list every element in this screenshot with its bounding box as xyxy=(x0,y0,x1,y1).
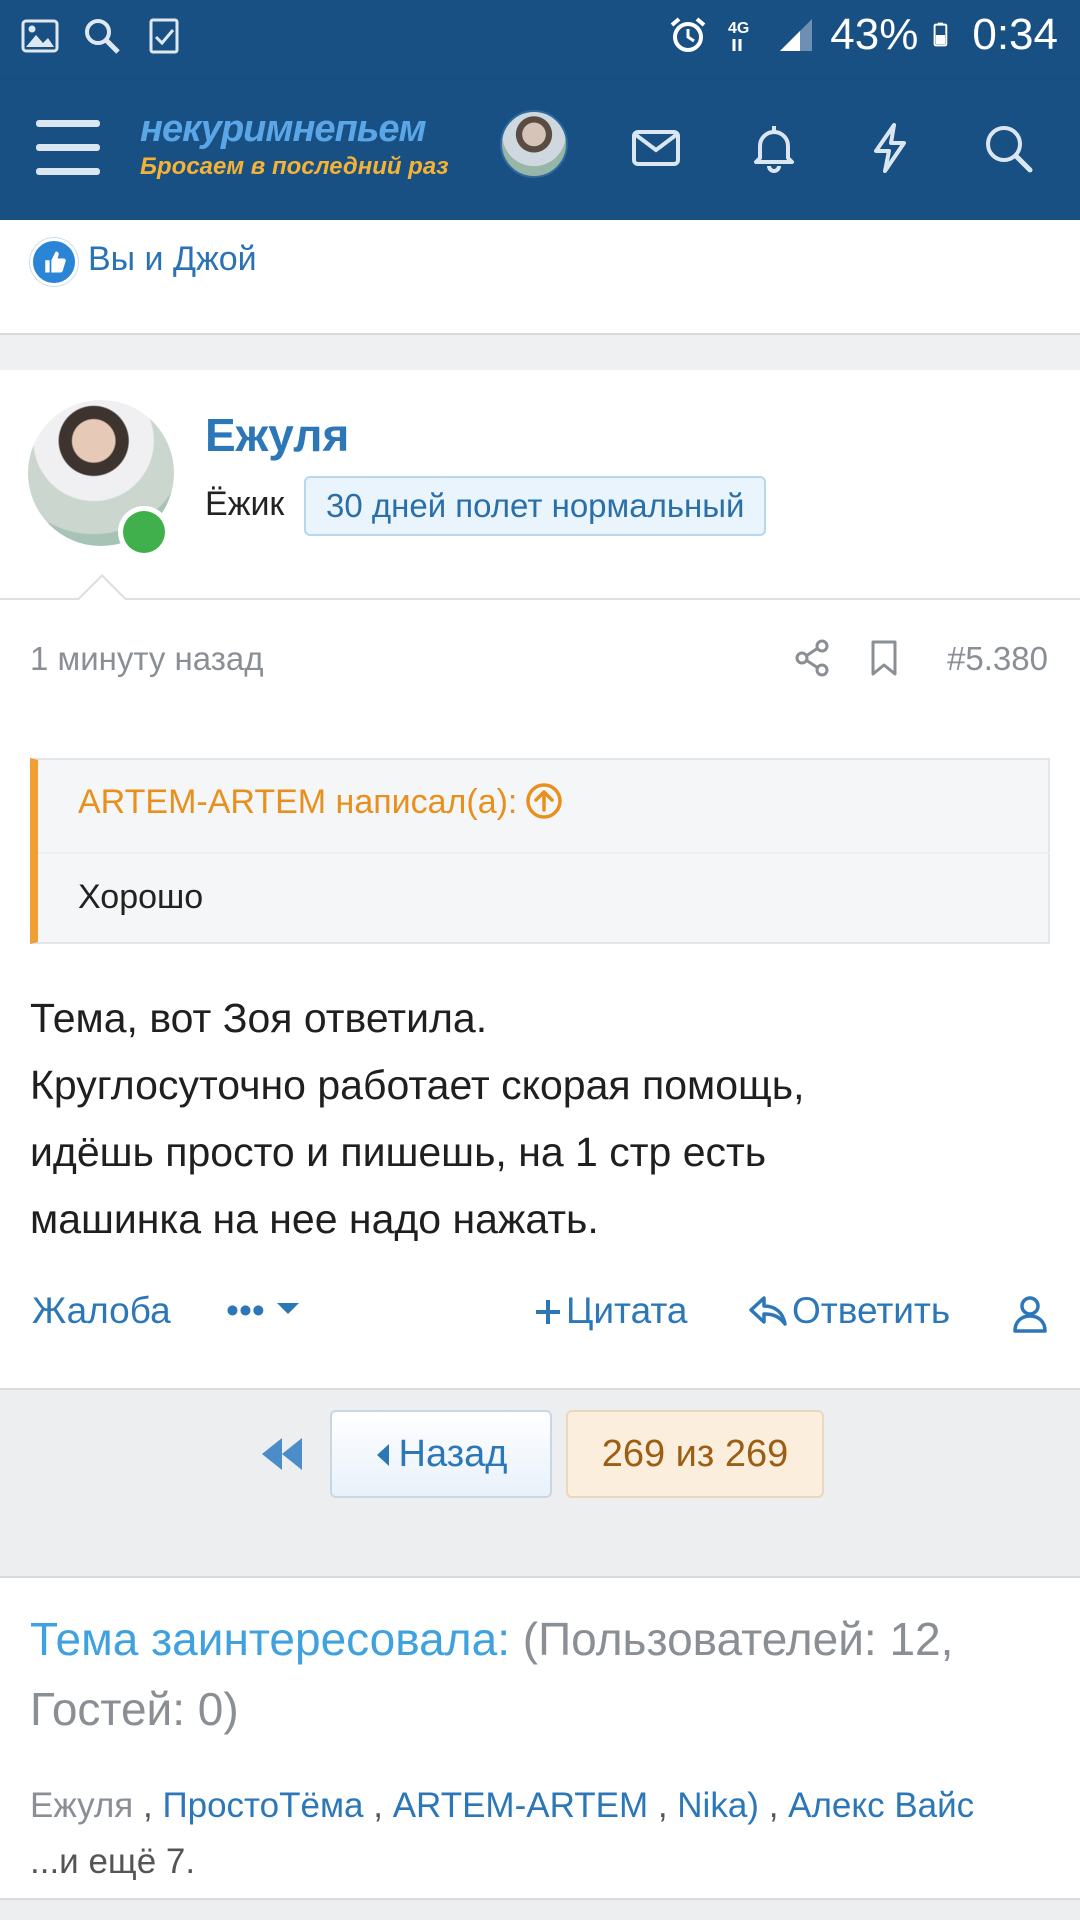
likes-text[interactable]: Вы и Джой xyxy=(88,240,257,279)
task-icon xyxy=(149,18,179,54)
post-number[interactable]: #5.380 xyxy=(947,640,1048,678)
bell-icon[interactable] xyxy=(746,120,802,176)
gallery-icon xyxy=(21,19,59,53)
share-icon[interactable] xyxy=(792,638,832,678)
search-status-icon xyxy=(85,19,120,54)
quote-divider xyxy=(38,852,1050,854)
quote-header: ARTEM-ARTEM написал(а): xyxy=(78,782,563,822)
status-bar: 4G 43% 0:34 xyxy=(0,0,1080,80)
quote-author[interactable]: ARTEM-ARTEM написал(а): xyxy=(78,783,517,821)
reply-button[interactable]: Ответить xyxy=(748,1290,950,1332)
user-icon[interactable] xyxy=(1012,1294,1048,1334)
watcher-user[interactable]: ARTEM-ARTEM xyxy=(393,1786,648,1825)
author-title: Ёжик xyxy=(205,485,285,523)
site-logo[interactable]: некуримнепьем Бросаем в последний раз xyxy=(140,108,448,181)
menu-button[interactable] xyxy=(36,120,100,178)
watchers-list: Ежуля , ПростоТёма , ARTEM-ARTEM , Nika)… xyxy=(30,1786,975,1881)
user-banner: 30 дней полет нормальный xyxy=(304,476,767,536)
watcher-user[interactable]: ПростоТёма xyxy=(162,1786,363,1825)
bottom-divider xyxy=(0,1898,1080,1920)
prev-page-button[interactable]: Назад xyxy=(330,1410,552,1498)
bookmark-icon[interactable] xyxy=(864,638,904,678)
post-line: идёшь просто и пишешь, на 1 стр есть xyxy=(30,1129,767,1175)
plus-icon xyxy=(536,1300,560,1324)
logo-tagline: Бросаем в последний раз xyxy=(140,153,449,180)
watchers-heading[interactable]: Тема заинтересовала: xyxy=(30,1613,510,1665)
more-dots: ••• xyxy=(226,1290,265,1331)
report-link[interactable]: Жалоба xyxy=(32,1290,171,1332)
app-header: некуримнепьем Бросаем в последний раз xyxy=(0,80,1080,220)
quote-text: Хорошо xyxy=(78,878,204,916)
lightning-icon[interactable] xyxy=(862,120,918,176)
svg-text:4G: 4G xyxy=(728,20,749,37)
messages-icon[interactable] xyxy=(628,120,684,176)
post-line: Тема, вот Зоя ответила. xyxy=(30,995,488,1041)
watchers-title: Тема заинтересовала: (Пользователей: 12,… xyxy=(30,1604,1050,1744)
logo-title: некуримнепьем xyxy=(140,108,427,150)
caret-left-icon xyxy=(376,1444,389,1466)
caret-down-icon xyxy=(276,1303,299,1314)
online-status-icon xyxy=(118,506,170,558)
quote-label: Цитата xyxy=(566,1290,688,1331)
search-icon[interactable] xyxy=(980,120,1036,176)
alarm-icon xyxy=(670,17,706,52)
arrow-up-circle-icon[interactable] xyxy=(525,782,563,820)
post-line: Круглосуточно работает скорая помощь, xyxy=(30,1062,805,1108)
more-menu[interactable]: ••• xyxy=(226,1290,301,1332)
author-username[interactable]: Ежуля xyxy=(205,408,349,462)
post-message: Тема, вот Зоя ответила. Круглосуточно ра… xyxy=(30,985,1050,1253)
prev-page-label: Назад xyxy=(398,1433,508,1475)
watchers-more[interactable]: ...и ещё 7. xyxy=(30,1842,195,1881)
watcher-user[interactable]: Алекс Вайс xyxy=(788,1786,974,1825)
post-time[interactable]: 1 минуту назад xyxy=(30,640,263,678)
post-actions: Жалоба ••• Цитата Ответить xyxy=(0,1290,1080,1350)
battery-percent: 43% xyxy=(830,10,919,59)
page-indicator[interactable]: 269 из 269 xyxy=(566,1410,824,1498)
like-icon xyxy=(30,238,78,286)
reply-icon xyxy=(749,1296,787,1326)
post-line: машинка на нее надо нажать. xyxy=(30,1196,599,1242)
quote-block: ARTEM-ARTEM написал(а): Хорошо xyxy=(30,758,1050,944)
quote-button[interactable]: Цитата xyxy=(534,1290,687,1332)
battery-icon xyxy=(933,22,948,47)
network-4g-icon: 4G xyxy=(728,20,750,51)
first-page-icon[interactable] xyxy=(258,1432,306,1476)
author-pointer xyxy=(76,574,128,601)
clock: 0:34 xyxy=(972,10,1058,59)
watcher-user[interactable]: Nika) xyxy=(677,1786,759,1825)
watcher-user[interactable]: Ежуля xyxy=(30,1786,133,1825)
account-avatar[interactable] xyxy=(500,110,568,178)
signal-icon xyxy=(780,19,813,51)
reply-label: Ответить xyxy=(792,1290,951,1331)
